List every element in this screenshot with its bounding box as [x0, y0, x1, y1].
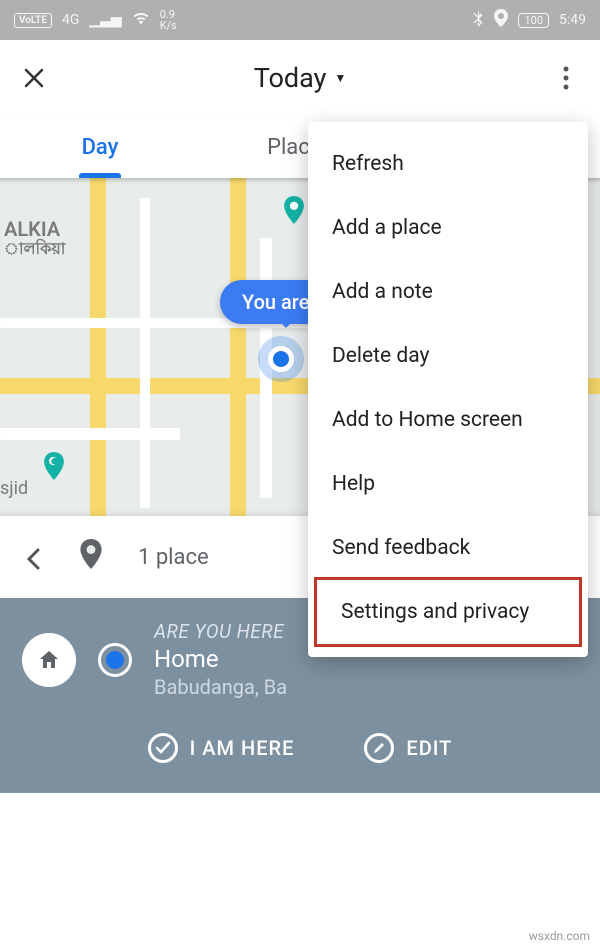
clock: 5:49 [559, 12, 586, 28]
current-location-dot [268, 346, 294, 372]
map-mosque-pin[interactable] [40, 452, 68, 480]
home-icon [37, 648, 61, 672]
bluetooth-icon [472, 9, 484, 31]
tab-day[interactable]: Day [0, 116, 200, 178]
header: Today ▼ [0, 40, 600, 116]
speed-indicator: 0.9K/s [160, 9, 177, 31]
menu-send-feedback[interactable]: Send feedback [308, 516, 588, 580]
status-right: 100 5:49 [472, 9, 586, 31]
chevron-left-icon[interactable] [26, 548, 44, 566]
map-poi-pin[interactable] [280, 196, 308, 224]
action-label: EDIT [406, 736, 452, 760]
menu-refresh[interactable]: Refresh [308, 132, 588, 196]
edit-button[interactable]: EDIT [364, 733, 452, 763]
dropdown-triangle-icon: ▼ [334, 71, 346, 85]
map-label-sjid: sjid [0, 478, 28, 499]
menu-add-note[interactable]: Add a note [308, 260, 588, 324]
location-radio[interactable] [98, 643, 132, 677]
menu-add-home-screen[interactable]: Add to Home screen [308, 388, 588, 452]
menu-help[interactable]: Help [308, 452, 588, 516]
here-name: Home [154, 645, 287, 673]
status-left: VoLTE 4G ▁▃▅ 0.9K/s [14, 9, 177, 31]
tab-label: Day [82, 135, 119, 160]
place-pin-icon [80, 539, 102, 575]
action-label: I AM HERE [190, 736, 295, 760]
page-title: Today [254, 62, 327, 94]
home-button[interactable] [22, 633, 76, 687]
battery-indicator: 100 [518, 13, 549, 28]
signal-icon: ▁▃▅ [89, 12, 121, 28]
status-bar: VoLTE 4G ▁▃▅ 0.9K/s 100 5:49 [0, 0, 600, 40]
map-region-label: ALKIA ালকিয়া [0, 218, 65, 258]
menu-delete-day[interactable]: Delete day [308, 324, 588, 388]
close-icon[interactable] [20, 64, 48, 92]
menu-add-place[interactable]: Add a place [308, 196, 588, 260]
here-address: Babudanga, Ba [154, 675, 287, 699]
pencil-icon [364, 733, 394, 763]
volte-badge: VoLTE [14, 13, 52, 28]
menu-settings-privacy[interactable]: Settings and privacy [314, 577, 582, 647]
wifi-icon [132, 11, 150, 29]
check-icon [148, 733, 178, 763]
network-indicator: 4G [62, 12, 79, 28]
date-selector[interactable]: Today ▼ [48, 62, 552, 94]
watermark: wsxdn.com [529, 929, 590, 943]
overflow-menu: Refresh Add a place Add a note Delete da… [308, 122, 588, 657]
i-am-here-button[interactable]: I AM HERE [148, 733, 295, 763]
more-options-icon[interactable] [552, 64, 580, 92]
here-question: ARE YOU HERE [154, 620, 287, 643]
place-count: 1 place [138, 545, 209, 570]
location-status-icon [494, 9, 508, 31]
